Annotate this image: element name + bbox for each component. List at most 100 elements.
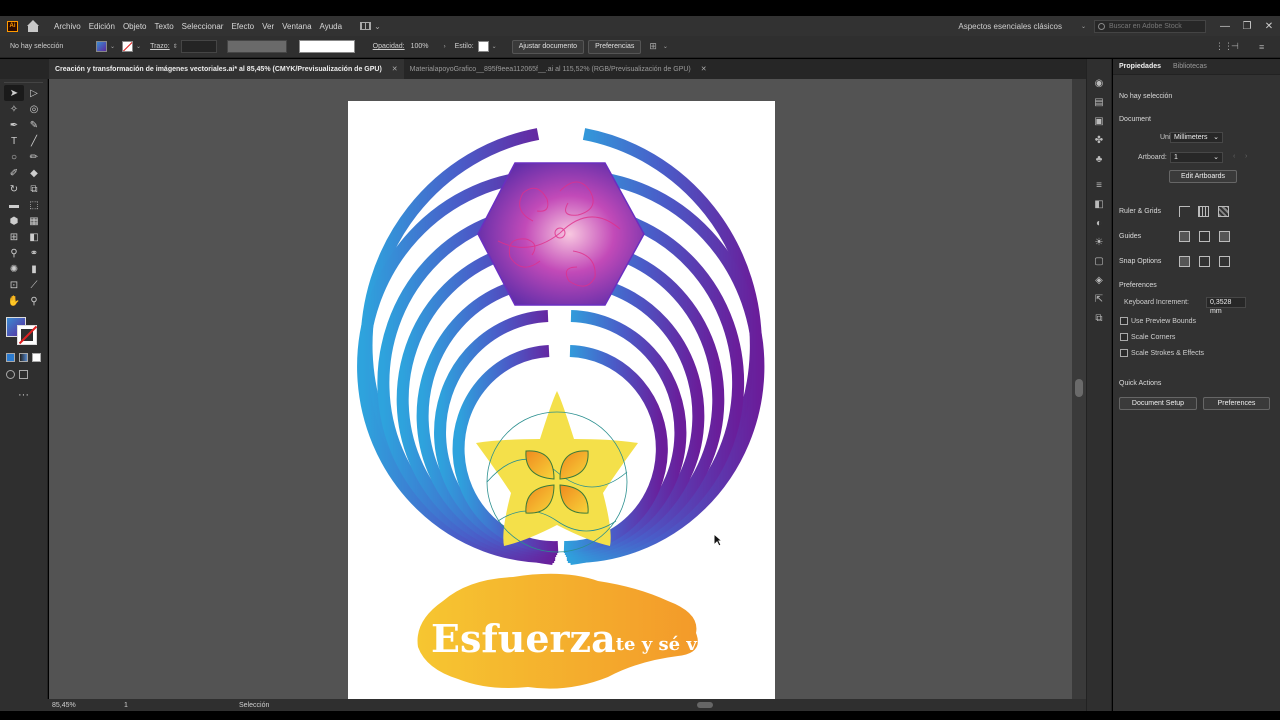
menu-archivo[interactable]: Archivo [54,22,81,31]
width-tool-icon[interactable]: ▬ [4,197,24,213]
perspective-grid-tool-icon[interactable]: ▦ [24,213,44,229]
zoom-tool-icon[interactable]: ⚲ [24,293,44,309]
zoom-level[interactable]: 85,45% [52,702,92,709]
artboard-tool-icon[interactable]: ⊡ [4,277,24,293]
variable-width-profile[interactable] [226,40,287,53]
tab-document-2[interactable]: MaterialapoyoGrafico__895f9eea112065f__.… [404,59,713,79]
vertical-scrollbar[interactable] [1072,79,1086,699]
artboard-navigator[interactable]: 1 [124,702,154,709]
color-mode-icon[interactable] [6,353,15,362]
menu-edicion[interactable]: Edición [89,22,115,31]
snap-to-grid-icon[interactable] [1199,256,1210,267]
tab-document-1[interactable]: Creación y transformación de imágenes ve… [49,59,404,79]
eraser-tool-icon[interactable]: ◆ [24,165,44,181]
screen-mode-icon[interactable] [19,370,28,379]
scale-corners-checkbox[interactable] [1120,333,1128,341]
show-guides-icon[interactable] [1179,231,1190,242]
opacity-label[interactable]: Opacidad: [373,43,405,50]
image-trace-icon[interactable]: ▣ [1093,115,1105,127]
curvature-tool-icon[interactable]: ✎ [24,117,44,133]
opacity-value[interactable]: 100% [411,43,441,50]
tab-properties[interactable]: Propiedades [1113,63,1167,70]
use-preview-bounds-checkbox[interactable] [1120,317,1128,325]
units-dropdown[interactable]: Millimeters ⌄ [1170,132,1223,143]
preferences-button[interactable]: Preferencias [588,39,642,54]
appearance-icon[interactable]: ◉ [1093,77,1105,89]
align-icon[interactable]: ⊞ [649,41,657,52]
line-tool-icon[interactable]: ╱ [24,133,44,149]
blend-tool-icon[interactable]: ⚭ [24,245,44,261]
gradient-panel-icon[interactable]: ◧ [1093,198,1105,210]
artboard-dropdown[interactable]: 1 ⌄ [1170,152,1223,163]
tab-libraries[interactable]: Bibliotecas [1167,63,1213,70]
mesh-tool-icon[interactable]: ⊞ [4,229,24,245]
free-transform-tool-icon[interactable]: ⬚ [24,197,44,213]
grid-icon[interactable] [1198,206,1209,217]
shaper-tool-icon[interactable]: ✐ [4,165,24,181]
artboard[interactable]: Esfuerzate y sé valiente [348,101,775,699]
menu-ver[interactable]: Ver [262,22,274,31]
symbol-sprayer-tool-icon[interactable]: ✺ [4,261,24,277]
ellipse-tool-icon[interactable]: ○ [4,149,24,165]
none-mode-icon[interactable] [32,353,41,362]
chevron-right-icon[interactable]: › [444,44,446,50]
export-icon[interactable]: ⇱ [1093,293,1105,305]
snap-to-pixel-icon[interactable] [1219,256,1230,267]
gradient-mode-icon[interactable] [19,353,28,362]
layers-icon[interactable]: ◈ [1093,274,1105,286]
artboard-prev-icon[interactable]: ‹ [1233,153,1235,160]
menu-objeto[interactable]: Objeto [123,22,147,31]
scale-tool-icon[interactable]: ⧉ [24,181,44,197]
preferences-panel-button[interactable]: Preferences [1203,397,1270,410]
rotate-tool-icon[interactable]: ↻ [4,181,24,197]
status-tool-name[interactable]: Selección [239,702,269,709]
shape-builder-tool-icon[interactable]: ⬢ [4,213,24,229]
align-right-icon[interactable]: ⊣ [1231,41,1239,52]
fill-swatch[interactable] [96,41,107,52]
pencil-tool-icon[interactable]: ✏ [24,149,44,165]
magic-wand-tool-icon[interactable]: ✧ [4,101,24,117]
swatches-icon[interactable]: ▢ [1093,255,1105,267]
stroke-weight-field[interactable] [180,40,217,53]
menu-texto[interactable]: Texto [155,22,174,31]
menu-ayuda[interactable]: Ayuda [320,22,343,31]
arrange-documents-button[interactable]: ⌄ [360,22,381,31]
color-icon[interactable]: ☀ [1093,236,1105,248]
close-icon[interactable]: ✕ [701,65,707,73]
edit-artboards-button[interactable]: Edit Artboards [1169,170,1237,183]
transparency-grid-icon[interactable] [1218,206,1229,217]
rulers-icon[interactable] [1179,206,1190,217]
adobe-stock-search-input[interactable]: Buscar en Adobe Stock [1094,19,1206,33]
graphic-style-swatch[interactable] [477,41,489,52]
fill-stroke-widget[interactable] [4,315,43,347]
direct-selection-tool-icon[interactable]: ▷ [24,85,44,101]
smart-guides-icon[interactable] [1219,231,1230,242]
brushes-icon[interactable]: ✤ [1093,134,1105,146]
brush-definition[interactable] [298,40,355,53]
chevron-down-icon[interactable]: ⌄ [492,43,497,50]
scale-strokes-checkbox[interactable] [1120,349,1128,357]
draw-mode-icon[interactable] [6,370,15,379]
selection-tool-icon[interactable]: ➤ [4,85,24,101]
transparency-icon[interactable]: ◐ [1093,217,1105,229]
menu-efecto[interactable]: Efecto [231,22,254,31]
pen-tool-icon[interactable]: ✒ [4,117,24,133]
canvas-area[interactable]: Esfuerzate y sé valiente [49,79,1076,699]
symbols-icon[interactable]: ♣ [1093,153,1105,165]
chevron-down-icon[interactable]: ⌄ [136,43,141,50]
document-setup-button[interactable]: Document Setup [1119,397,1197,410]
eyedropper-tool-icon[interactable]: ⚲ [4,245,24,261]
maximize-button[interactable]: ❐ [1236,21,1258,32]
stroke-swatch[interactable] [122,41,134,52]
stroke-label[interactable]: Trazo: [150,43,170,50]
menu-seleccionar[interactable]: Seleccionar [182,22,224,31]
workspace-switcher[interactable]: Aspectos esenciales clásicos [958,22,1062,31]
keyboard-increment-field[interactable]: 0,3528 mm [1206,297,1246,315]
stroke-panel-icon[interactable]: ≡ [1093,179,1105,191]
column-graph-tool-icon[interactable]: ▮ [24,261,44,277]
minimize-button[interactable]: — [1214,21,1236,32]
stroke-color-swatch[interactable] [17,325,37,345]
close-window-button[interactable]: ✕ [1258,21,1280,32]
scroll-thumb[interactable] [1075,379,1083,397]
artboard-next-icon[interactable]: › [1245,153,1247,160]
